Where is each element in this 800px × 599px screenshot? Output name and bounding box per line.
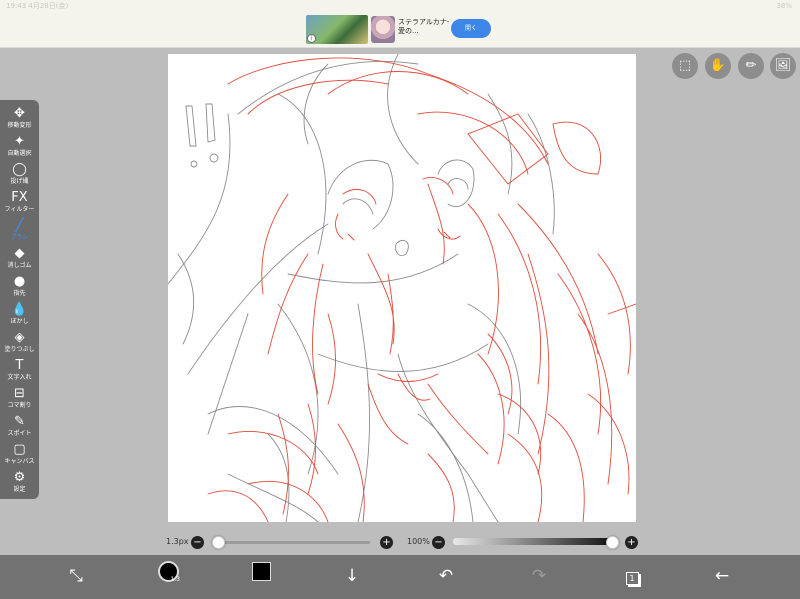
tool-lasso[interactable]: ◯ 投げ縄 — [0, 161, 39, 189]
eyedropper-icon: ✎ — [14, 414, 25, 429]
tool-filter[interactable]: FX フィルター — [0, 189, 39, 217]
tool-frame-divider[interactable]: ⊟ コマ割り — [0, 385, 39, 413]
red-sketch-strokes — [207, 57, 636, 522]
settings-gear-icon: ⚙ — [13, 470, 26, 485]
sketch-layer — [168, 54, 636, 522]
gray-sketch-strokes — [168, 54, 555, 522]
tool-settings-gear[interactable]: ⚙ 設定 — [0, 469, 39, 497]
drawing-canvas[interactable] — [168, 54, 636, 522]
ruler-icon[interactable]: ✏ — [738, 53, 764, 79]
selection-icon[interactable]: ⬚ — [672, 53, 698, 79]
redo-icon[interactable]: ↷ — [525, 562, 553, 590]
opacity-decrease-button[interactable]: − — [432, 536, 445, 549]
status-bar: 19:43 4月28日(金) 38% — [0, 0, 800, 12]
image-icon[interactable]: 🖼 — [770, 53, 796, 79]
tool-label: キャンバス — [4, 458, 35, 465]
status-time: 19:43 4月28日(金) — [6, 2, 69, 10]
canvas-icon: ▢ — [13, 442, 26, 457]
tool-finger[interactable]: ● 指先 — [0, 273, 39, 301]
frame-divider-icon: ⊟ — [14, 386, 25, 401]
tool-text[interactable]: T 文字入れ — [0, 357, 39, 385]
transform-icon[interactable]: ⤡ — [62, 562, 90, 590]
fill-icon: ◈ — [14, 330, 25, 345]
brush-size-decrease-button[interactable]: − — [191, 536, 204, 549]
tool-label: 指先 — [13, 290, 26, 297]
brush-size-slider[interactable] — [215, 541, 370, 544]
tool-eyedropper[interactable]: ✎ スポイト — [0, 413, 39, 441]
tool-label: 塗りつぶし — [4, 346, 35, 353]
undo-icon[interactable]: ↶ — [432, 562, 460, 590]
tool-label: 設定 — [13, 486, 26, 493]
tool-label: 自動選択 — [7, 150, 32, 157]
tool-label: 消しゴム — [7, 262, 32, 269]
brush-size-knob[interactable] — [212, 536, 226, 549]
brush-size-label: 1.3px — [166, 537, 189, 546]
tool-palette: ✥ 移動変形 ✦ 自動選択 ◯ 投げ縄 FX フィルター ╱ ブラシ ◆ 消しゴム ● 指先 💧 ぼかし ◈ 塗り… — [0, 100, 39, 499]
opacity-label: 100% — [407, 537, 430, 546]
brush-color-size: 1.3 — [170, 576, 180, 583]
opacity-knob[interactable] — [606, 536, 619, 549]
bottom-toolbar: ⤡ ↓ ↶ ↷ 1 ← — [0, 555, 800, 599]
tool-brush[interactable]: ╱ ブラシ — [0, 217, 39, 245]
tool-label: フィルター — [4, 206, 35, 213]
tool-blur[interactable]: 💧 ぼかし — [0, 301, 39, 329]
ad-info-icon[interactable]: i — [307, 34, 316, 43]
tool-magic-wand[interactable]: ✦ 自動選択 — [0, 133, 39, 161]
tool-label: コマ割り — [7, 402, 32, 409]
ad-banner[interactable]: i ステラアルカナ-愛の... 開く — [0, 12, 800, 48]
magic-wand-icon: ✦ — [14, 134, 25, 149]
eraser-icon: ◆ — [14, 246, 25, 261]
tool-label: ぼかし — [10, 318, 29, 325]
lasso-icon: ◯ — [12, 162, 27, 177]
blur-icon: 💧 — [11, 302, 28, 317]
status-battery: 38% — [776, 2, 792, 10]
tool-eraser[interactable]: ◆ 消しゴム — [0, 245, 39, 273]
layer-count: 1 — [625, 572, 639, 585]
ad-cta-button[interactable]: 開く — [451, 19, 491, 38]
finger-icon: ● — [13, 274, 26, 289]
text-icon: T — [15, 358, 24, 373]
tool-fill[interactable]: ◈ 塗りつぶし — [0, 329, 39, 357]
brush-color-button[interactable]: 1.3 — [158, 561, 180, 583]
tool-label: 移動変形 — [7, 122, 32, 129]
opacity-increase-button[interactable]: + — [625, 536, 638, 549]
opacity-slider[interactable] — [453, 538, 613, 545]
color-swatch[interactable] — [252, 562, 271, 581]
tool-move-transform[interactable]: ✥ 移動変形 — [0, 105, 39, 133]
back-arrow-icon[interactable]: ← — [708, 562, 736, 590]
brush-icon: ╱ — [15, 218, 24, 233]
ad-title[interactable]: ステラアルカナ-愛の... — [398, 18, 454, 36]
download-icon[interactable]: ↓ — [338, 562, 366, 590]
tool-label: 文字入れ — [7, 374, 32, 381]
layers-icon[interactable]: 1 — [618, 562, 646, 590]
move-transform-icon: ✥ — [14, 106, 25, 121]
tool-label: 投げ縄 — [10, 178, 29, 185]
tool-label: スポイト — [7, 430, 32, 437]
filter-icon: FX — [11, 190, 28, 205]
tool-label: ブラシ — [10, 234, 29, 241]
brush-size-increase-button[interactable]: + — [380, 536, 393, 549]
hand-icon[interactable]: ✋ — [705, 53, 731, 79]
tool-canvas[interactable]: ▢ キャンバス — [0, 441, 39, 469]
ad-avatar[interactable] — [371, 16, 395, 43]
